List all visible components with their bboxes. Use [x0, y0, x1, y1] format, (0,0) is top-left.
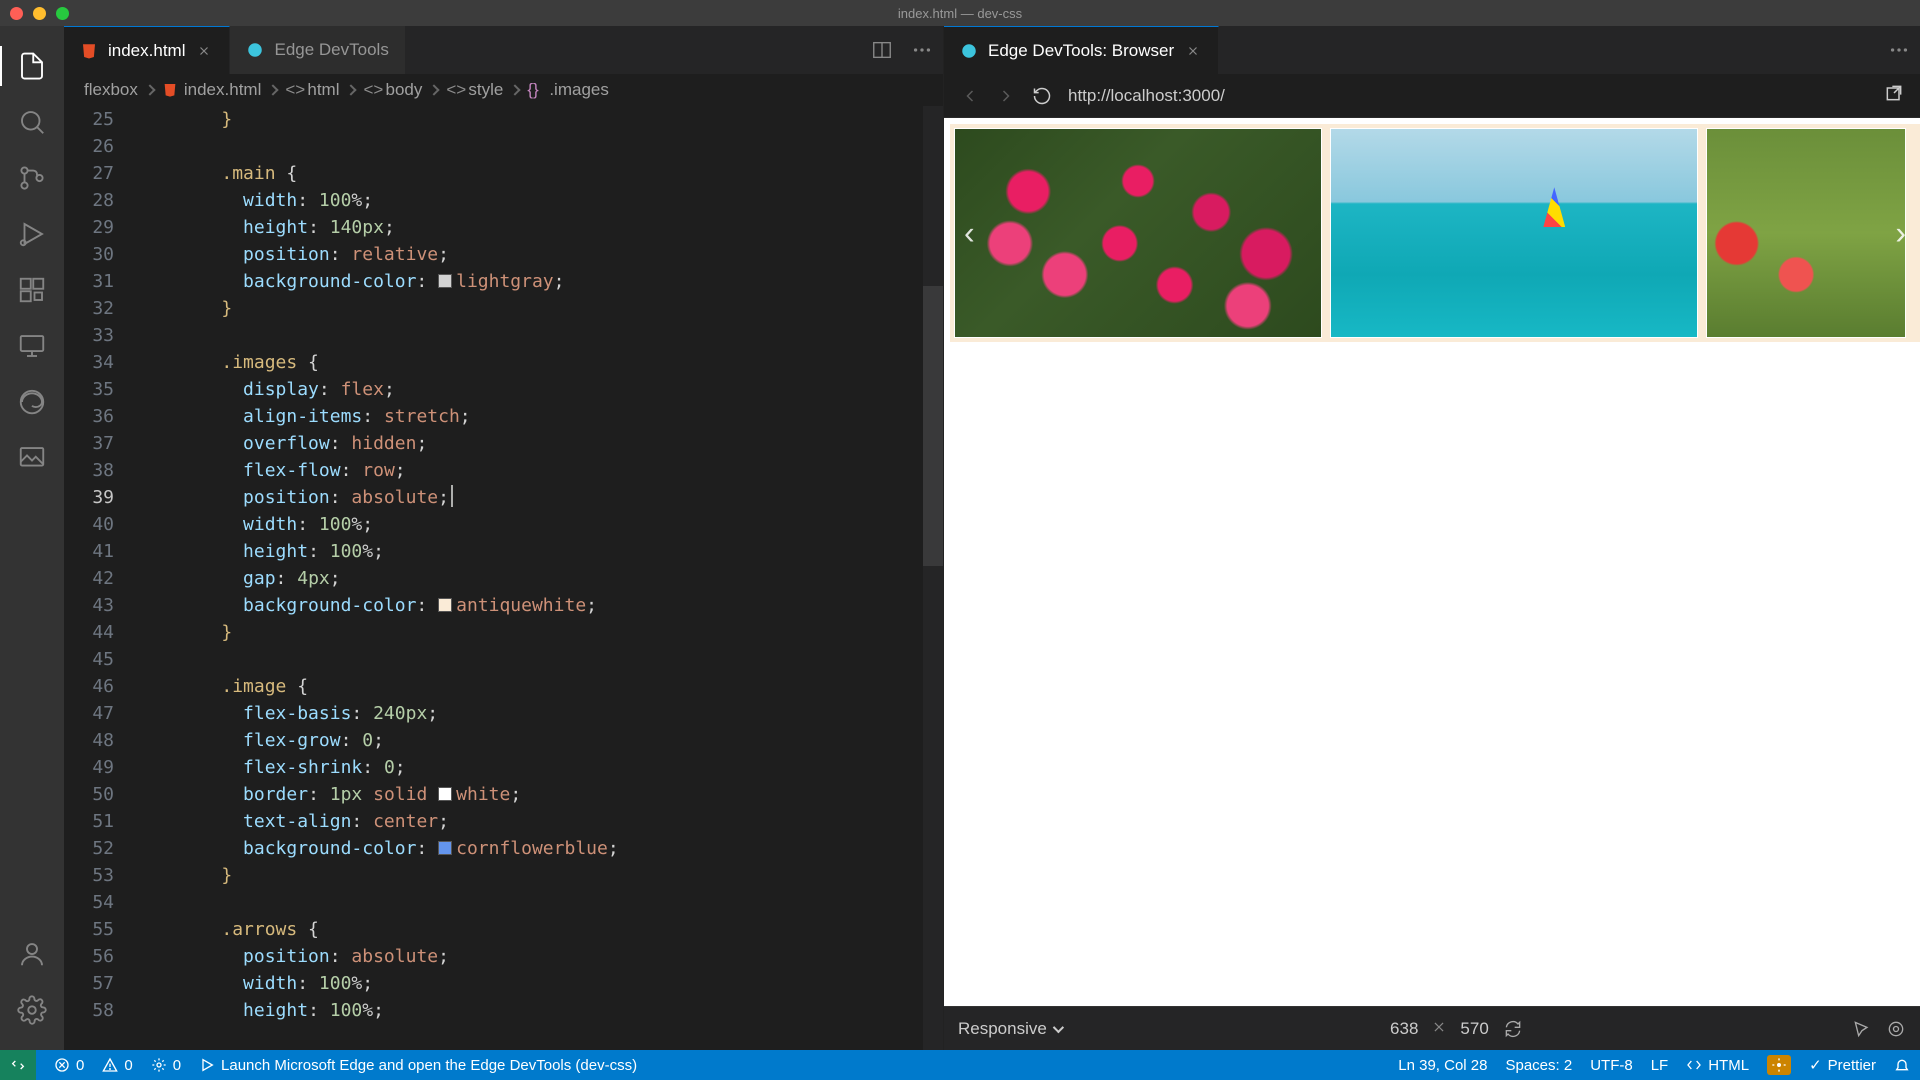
problems-errors[interactable]: 0 — [54, 1057, 84, 1074]
extensions-icon[interactable] — [12, 270, 52, 310]
settings-gear-icon[interactable] — [12, 990, 52, 1030]
symbol-icon: {} — [527, 82, 543, 98]
code-icon: <> — [363, 82, 379, 98]
live-preview-icon[interactable] — [1767, 1055, 1791, 1075]
devtools-footer: Responsive 638 570 — [944, 1006, 1920, 1050]
breadcrumb-item[interactable]: index.html — [162, 80, 261, 100]
window-title: index.html — dev-css — [898, 6, 1022, 21]
image-preview-icon[interactable] — [12, 438, 52, 478]
breadcrumb[interactable]: flexbox index.html <> html <> body <> st… — [64, 74, 943, 106]
status-bar: 0 0 0 Launch Microsoft Edge and open the… — [0, 1050, 1920, 1080]
ports-indicator[interactable]: 0 — [151, 1057, 181, 1074]
breadcrumb-item[interactable]: <> html — [285, 80, 339, 100]
split-editor-icon[interactable] — [871, 39, 893, 61]
activity-bar — [0, 26, 64, 1050]
code-editor[interactable]: 2526272829303132333435363738394041424344… — [64, 106, 943, 1050]
forward-button[interactable] — [996, 86, 1016, 106]
minimize-window-button[interactable] — [33, 7, 46, 20]
tab-edge-browser[interactable]: Edge DevTools: Browser — [944, 26, 1219, 74]
source-control-icon[interactable] — [12, 158, 52, 198]
responsive-dropdown[interactable]: Responsive — [958, 1019, 1061, 1039]
explorer-icon[interactable] — [12, 46, 52, 86]
image-carousel: ‹ › — [950, 124, 1920, 342]
notifications-icon[interactable] — [1894, 1057, 1910, 1073]
reload-button[interactable] — [1032, 86, 1052, 106]
breadcrumb-item[interactable]: <> body — [363, 80, 422, 100]
chevron-right-icon — [346, 84, 357, 95]
more-actions-icon[interactable] — [911, 39, 933, 61]
minimap[interactable] — [923, 106, 943, 1050]
browser-toolbar: http://localhost:3000/ — [944, 74, 1920, 118]
carousel-image — [954, 128, 1322, 338]
carousel-image — [1706, 128, 1906, 338]
chevron-right-icon — [429, 84, 440, 95]
edge-icon — [246, 41, 264, 59]
problems-warnings[interactable]: 0 — [102, 1057, 132, 1074]
window-titlebar: index.html — dev-css — [0, 0, 1920, 26]
search-icon[interactable] — [12, 102, 52, 142]
eol[interactable]: LF — [1651, 1057, 1669, 1074]
url-bar[interactable]: http://localhost:3000/ — [1068, 86, 1868, 106]
tab-index-html[interactable]: index.html — [64, 26, 230, 74]
breadcrumb-item[interactable]: flexbox — [84, 80, 138, 100]
chevron-right-icon — [144, 84, 155, 95]
indentation[interactable]: Spaces: 2 — [1505, 1057, 1572, 1074]
viewport-width[interactable]: 638 — [1390, 1019, 1418, 1039]
editor-tabs-left: index.html Edge DevTools — [64, 26, 943, 74]
editor-group-right: Edge DevTools: Browser http://local — [944, 26, 1920, 1050]
breadcrumb-item[interactable]: <> style — [446, 80, 503, 100]
open-external-icon[interactable] — [1884, 83, 1904, 108]
launch-task[interactable]: Launch Microsoft Edge and open the Edge … — [199, 1057, 637, 1074]
html-file-icon — [162, 82, 178, 98]
remote-explorer-icon[interactable] — [12, 326, 52, 366]
editor-tabs-right: Edge DevTools: Browser — [944, 26, 1920, 74]
tab-label: Edge DevTools — [274, 40, 388, 60]
line-number-gutter: 2526272829303132333435363738394041424344… — [64, 106, 138, 1050]
cursor-position[interactable]: Ln 39, Col 28 — [1398, 1057, 1487, 1074]
language-mode[interactable]: HTML — [1686, 1057, 1749, 1074]
dimension-separator — [1432, 1019, 1446, 1039]
close-icon[interactable] — [195, 42, 213, 60]
html-file-icon — [80, 42, 98, 60]
close-window-button[interactable] — [10, 7, 23, 20]
encoding[interactable]: UTF-8 — [1590, 1057, 1633, 1074]
emulation-settings-icon[interactable] — [1886, 1019, 1906, 1039]
more-actions-icon[interactable] — [1888, 39, 1910, 61]
code-icon: <> — [446, 82, 462, 98]
code-area[interactable]: } .main { width: 100%; height: 140px; po… — [138, 106, 943, 1050]
chevron-right-icon — [510, 84, 521, 95]
chevron-right-icon — [268, 84, 279, 95]
carousel-prev-icon[interactable]: ‹ — [964, 215, 975, 252]
tab-edge-devtools[interactable]: Edge DevTools — [230, 26, 405, 74]
close-icon[interactable] — [1184, 42, 1202, 60]
edge-tools-icon[interactable] — [12, 382, 52, 422]
accounts-icon[interactable] — [12, 934, 52, 974]
carousel-next-icon[interactable]: › — [1895, 215, 1906, 252]
traffic-lights — [10, 7, 69, 20]
code-icon: <> — [285, 82, 301, 98]
chevron-down-icon — [1053, 1021, 1064, 1032]
tab-label: index.html — [108, 41, 185, 61]
zoom-window-button[interactable] — [56, 7, 69, 20]
editor-group-left: index.html Edge DevTools — [64, 26, 944, 1050]
browser-preview[interactable]: ‹ › — [944, 118, 1920, 1006]
screencast-icon[interactable] — [1852, 1019, 1872, 1039]
run-debug-icon[interactable] — [12, 214, 52, 254]
viewport-height[interactable]: 570 — [1460, 1019, 1488, 1039]
tab-label: Edge DevTools: Browser — [988, 41, 1174, 61]
prettier-status[interactable]: ✓ Prettier — [1809, 1056, 1876, 1074]
remote-indicator[interactable] — [0, 1050, 36, 1080]
rotate-icon[interactable] — [1503, 1019, 1523, 1039]
edge-icon — [960, 42, 978, 60]
carousel-image — [1330, 128, 1698, 338]
back-button[interactable] — [960, 86, 980, 106]
minimap-thumb[interactable] — [923, 286, 943, 566]
breadcrumb-item[interactable]: {} .images — [527, 80, 609, 100]
